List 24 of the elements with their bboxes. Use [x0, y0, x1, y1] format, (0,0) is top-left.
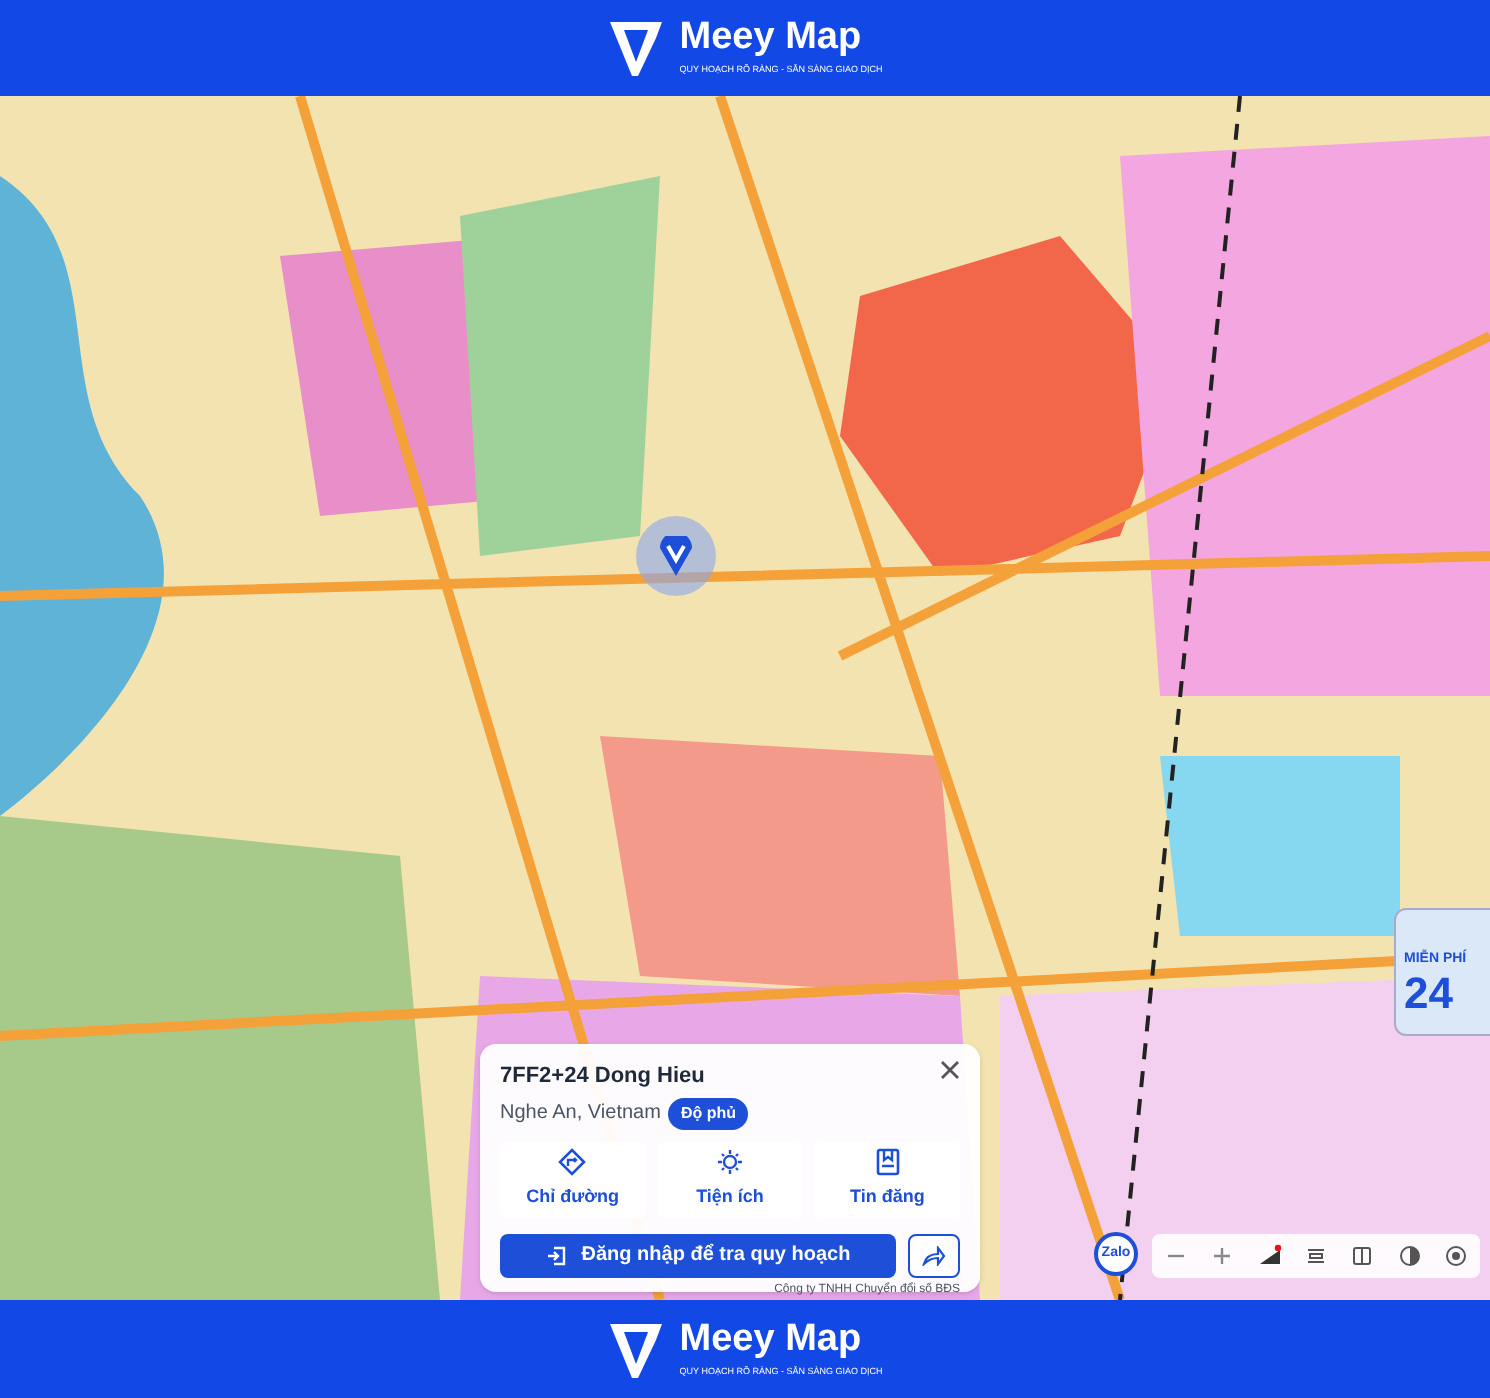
directions-icon [558, 1147, 587, 1176]
contrast-icon[interactable] [1397, 1244, 1422, 1268]
share-button[interactable] [908, 1233, 960, 1277]
brand-name: Meey Map [679, 1319, 864, 1358]
login-icon [545, 1245, 566, 1265]
logo-icon [607, 1319, 664, 1379]
action-button[interactable]: Chỉ đường [500, 1141, 646, 1217]
action-button[interactable]: Tin đăng [814, 1141, 961, 1217]
bookmark-icon [873, 1147, 902, 1176]
coverage-badge: Độ phủ [668, 1097, 748, 1129]
split-screen-icon[interactable] [1350, 1244, 1375, 1268]
promo-value: 24 [1404, 971, 1453, 1015]
place-subtitle: Nghe An, Vietnam [500, 1100, 661, 1128]
logo-icon [607, 18, 664, 78]
brand-name: Meey Map [679, 18, 864, 57]
sparkle-icon [716, 1147, 744, 1176]
plus-icon[interactable] [1210, 1244, 1235, 1268]
close-icon[interactable] [940, 1060, 960, 1080]
locate-icon[interactable] [1444, 1244, 1469, 1268]
action-button[interactable]: Tiện ích [657, 1141, 803, 1217]
login-button[interactable]: Đăng nhập để tra quy hoạch [500, 1233, 896, 1277]
location-pin-icon [636, 516, 716, 596]
place-title: 7FF2+24 Dong Hieu [500, 1062, 705, 1092]
share-icon [922, 1245, 946, 1265]
